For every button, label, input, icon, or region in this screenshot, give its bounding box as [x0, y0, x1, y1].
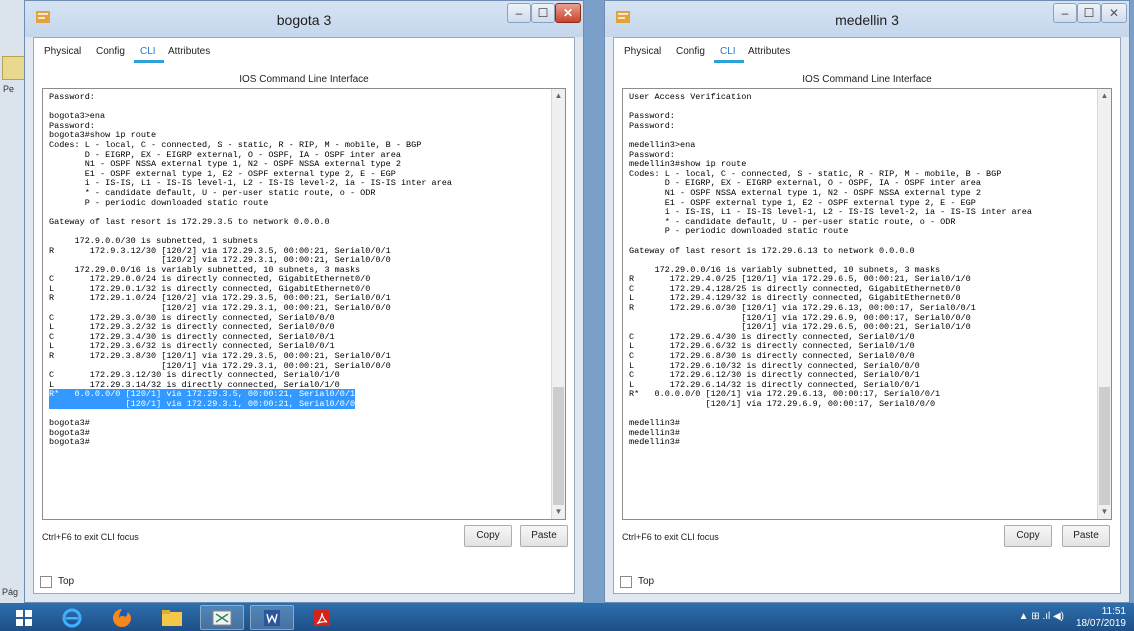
internet-explorer-icon [62, 608, 82, 627]
tab-cli[interactable]: CLI [140, 46, 156, 57]
terminal-scrollbar[interactable]: ▲ ▼ [1097, 89, 1111, 519]
folder-icon [162, 609, 182, 626]
system-tray-icons[interactable]: ▲ ⊞ .ıl ◀) [1019, 611, 1064, 622]
medellin-window: medellin 3 – ☐ ✕ Physical Config CLI Att… [604, 0, 1130, 603]
terminal-text: User Access Verification Password: Passw… [629, 92, 1032, 448]
cli-focus-hint: Ctrl+F6 to exit CLI focus [622, 532, 719, 542]
terminal-output[interactable]: Password: bogota3>ena Password: bogota3#… [49, 92, 547, 448]
titlebar[interactable]: medellin 3 – ☐ ✕ [605, 1, 1129, 37]
active-tab-underline [714, 60, 744, 63]
minimize-button[interactable]: – [1053, 3, 1077, 23]
titlebar[interactable]: bogota 3 – ☐ ✕ [25, 1, 583, 37]
cli-title: IOS Command Line Interface [802, 74, 932, 85]
cli-focus-hint: Ctrl+F6 to exit CLI focus [42, 532, 139, 542]
scroll-down-icon[interactable]: ▼ [552, 505, 565, 519]
taskbar-ie[interactable] [50, 605, 94, 630]
background-label: Pe [3, 84, 15, 94]
top-checkbox[interactable] [40, 576, 52, 588]
packet-tracer-icon [212, 610, 232, 625]
windows-logo-icon [16, 609, 32, 626]
copy-button[interactable]: Copy [464, 525, 512, 547]
scrollbar-thumb[interactable] [1099, 387, 1110, 505]
scroll-up-icon[interactable]: ▲ [1098, 89, 1111, 103]
word-icon [264, 609, 280, 626]
top-label: Top [58, 576, 75, 587]
tab-physical[interactable]: Physical [624, 46, 661, 57]
taskbar-file-explorer[interactable] [150, 605, 194, 630]
taskbar: ▲ ⊞ .ıl ◀) 11:51 18/07/2019 [0, 603, 1134, 631]
tab-bar: Physical Config CLI Attributes [614, 38, 1120, 64]
top-label: Top [638, 576, 655, 587]
terminal-scrollbar[interactable]: ▲ ▼ [551, 89, 565, 519]
maximize-button[interactable]: ☐ [531, 3, 555, 23]
tab-bar: Physical Config CLI Attributes [34, 38, 574, 64]
taskbar-word[interactable] [250, 605, 294, 630]
background-page-label: Pág [2, 587, 19, 597]
start-button[interactable] [2, 605, 46, 630]
paste-button[interactable]: Paste [1062, 525, 1110, 547]
window-title: medellin 3 [835, 12, 899, 28]
scroll-down-icon[interactable]: ▼ [1098, 505, 1111, 519]
tab-physical[interactable]: Physical [44, 46, 81, 57]
tab-attributes[interactable]: Attributes [748, 46, 790, 57]
clock-time: 11:51 [1101, 606, 1126, 617]
taskbar-firefox[interactable] [100, 605, 144, 630]
minimize-button[interactable]: – [507, 3, 531, 23]
bogota-window: bogota 3 – ☐ ✕ Physical Config CLI Attri… [24, 0, 584, 603]
terminal-selected-text[interactable]: R* 0.0.0.0/0 [120/1] via 172.29.3.5, 00:… [49, 389, 356, 409]
active-tab-underline [134, 60, 164, 63]
tab-config[interactable]: Config [96, 46, 125, 57]
close-button[interactable]: ✕ [555, 3, 581, 23]
client-area: Physical Config CLI Attributes IOS Comma… [33, 37, 575, 594]
paste-button[interactable]: Paste [520, 525, 568, 547]
clock-date: 18/07/2019 [1075, 618, 1126, 629]
cli-title: IOS Command Line Interface [239, 74, 369, 85]
taskbar-acrobat[interactable] [300, 605, 344, 630]
firefox-icon [113, 608, 131, 627]
tab-attributes[interactable]: Attributes [168, 46, 210, 57]
maximize-button[interactable]: ☐ [1077, 3, 1101, 23]
client-area: Physical Config CLI Attributes IOS Comma… [613, 37, 1121, 594]
acrobat-icon [314, 609, 330, 626]
close-button[interactable]: ✕ [1101, 3, 1127, 23]
copy-button[interactable]: Copy [1004, 525, 1052, 547]
scroll-up-icon[interactable]: ▲ [552, 89, 565, 103]
scrollbar-thumb[interactable] [553, 387, 564, 505]
terminal-text-before: Password: bogota3>ena Password: bogota3#… [49, 92, 452, 390]
tab-config[interactable]: Config [676, 46, 705, 57]
top-checkbox[interactable] [620, 576, 632, 588]
terminal[interactable]: Password: bogota3>ena Password: bogota3#… [42, 88, 566, 520]
background-tab [2, 56, 26, 80]
terminal-text-after: bogota3# bogota3# bogota3# [49, 418, 90, 448]
taskbar-packet-tracer[interactable] [200, 605, 244, 630]
terminal-output[interactable]: User Access Verification Password: Passw… [629, 92, 1093, 448]
clock[interactable]: 11:51 18/07/2019 [1076, 607, 1126, 629]
window-title: bogota 3 [276, 12, 332, 28]
terminal[interactable]: User Access Verification Password: Passw… [622, 88, 1112, 520]
tab-cli[interactable]: CLI [720, 46, 736, 57]
